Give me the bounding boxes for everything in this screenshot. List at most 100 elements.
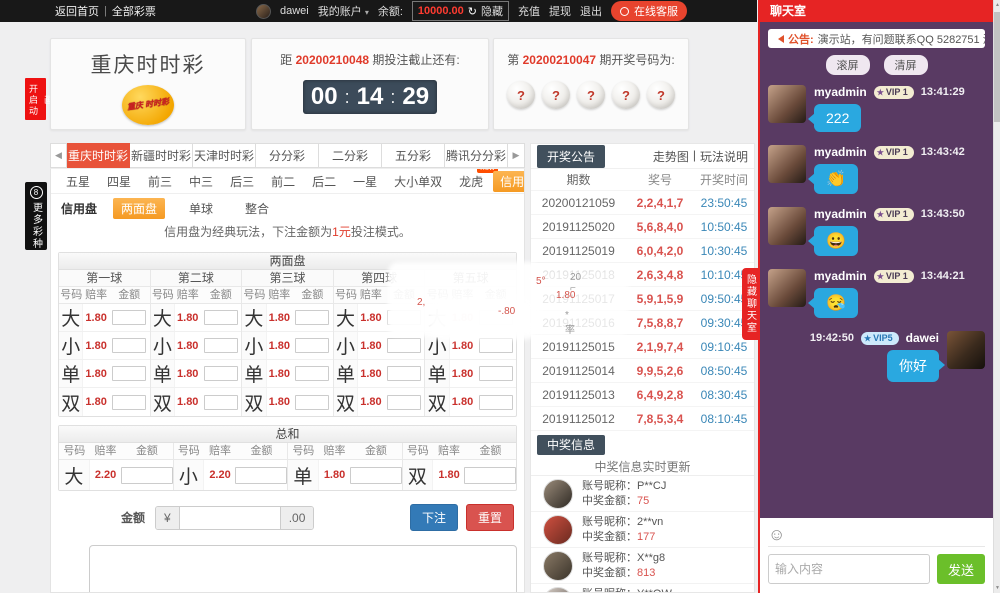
subtab-zhongsan[interactable]: 中三 [182,171,220,192]
result-label: 第 20200210047 期开奖号码为: [494,51,688,68]
draw-announcement-button[interactable]: 开奖公告 [537,145,605,168]
page-scrollbar: ▲ ▼ [993,0,1000,593]
recharge-link[interactable]: 充值 [518,3,540,19]
bet-amount-input[interactable] [479,338,513,353]
avatar [768,85,806,123]
result-row: 201911250182,6,3,4,810:10:45 [531,263,754,287]
more-lottery-button[interactable]: 8 更多彩种 [25,182,47,250]
result-row: 201911250149,9,5,2,608:50:45 [531,359,754,383]
tab-wufen[interactable]: 五分彩 [382,143,445,168]
bet-amount-input[interactable] [295,310,329,325]
bet-amount-input[interactable] [112,310,146,325]
bet-amount-input[interactable] [295,366,329,381]
emoji-picker-icon[interactable]: ☺ [768,526,785,544]
bet-amount-input[interactable] [479,395,513,410]
scroll-up-icon[interactable]: ▲ [994,2,1000,8]
bet-amount-input[interactable] [387,366,421,381]
board-title: 两面盘 [59,253,516,270]
subtab-longhu[interactable]: 龙虎new [452,171,490,192]
odds: 1.80 [358,368,383,380]
subtab-qianer[interactable]: 前二 [264,171,302,192]
bet-amount-input[interactable] [464,467,516,484]
countdown-hours: 00 [311,83,338,111]
message-bubble: 😪 [814,288,858,318]
subtab-sixing[interactable]: 四星 [100,171,138,192]
tabs-next-arrow-icon[interactable]: ▶ [508,143,525,168]
account-menu[interactable]: 我的账户 ▾ [318,3,369,19]
subtab-yixing[interactable]: 一星 [346,171,384,192]
bet-row-odd: 单1.80 [242,360,333,388]
subtab-houer[interactable]: 后二 [305,171,343,192]
bet-amount-input[interactable] [350,467,402,484]
play-rules-link[interactable]: 玩法说明 [700,148,748,165]
tab-tianjin[interactable]: 天津时时彩 [193,143,256,168]
bet-amount-input[interactable] [387,395,421,410]
clear-screen-button[interactable]: 清屏 [884,55,928,75]
subtab-qiansan[interactable]: 前三 [141,171,179,192]
home-link[interactable]: 返回首页 [55,3,99,19]
bet-amount-input[interactable] [204,395,238,410]
ball-group-5: 第五球 号码赔率金额 大1.80 小1.80 单1.80 双1.80 [425,270,516,416]
logout-link[interactable]: 退出 [580,3,602,19]
subtab-xinyongpan[interactable]: 信用盘new [493,171,525,192]
odds: 1.80 [83,340,108,352]
send-button[interactable]: 发送 [937,554,985,584]
chat-input[interactable] [768,554,930,584]
subtab-wuxing[interactable]: 五星 [59,171,97,192]
tab-xinjiang[interactable]: 新疆时时彩 [130,143,193,168]
countdown-card: 距 20200210048 期投注截止还有: 00:14:29 [251,38,489,130]
trend-chart-link[interactable]: 走势图 [653,148,689,165]
tab-erfen[interactable]: 二分彩 [319,143,382,168]
tab-tencent[interactable]: 腾讯分分彩 [445,143,508,168]
bet-amount-input[interactable] [235,467,287,484]
sum-board: 总和 号码赔率金额 大2.20 号码赔率金额 小2.20 号码赔率金额 单1.8… [58,425,517,491]
balance-box: 10000.00 ↻ 隐藏 [412,1,509,21]
total-amount-input[interactable] [180,507,280,529]
bet-amount-input[interactable] [479,310,513,325]
submit-bet-button[interactable]: 下注 [410,504,458,531]
scroll-screen-button[interactable]: 滚屏 [826,55,870,75]
chat-message: myadmin★VIP 113:44:21 😪 [768,269,985,318]
bet-row-even: 双1.80 [151,388,242,416]
scrollbar-thumb[interactable] [994,12,1000,122]
bet-row-small: 小1.80 [425,332,516,360]
hide-balance-button[interactable]: 隐藏 [481,3,503,19]
subtab-housan[interactable]: 后三 [223,171,261,192]
vip-badge: ★VIP 1 [874,270,914,283]
bet-amount-input[interactable] [387,338,421,353]
countdown-seconds: 29 [402,83,429,111]
bet-amount-input[interactable] [295,395,329,410]
all-lottery-link[interactable]: 全部彩票 [112,3,156,19]
withdraw-link[interactable]: 提现 [549,3,571,19]
tabs-prev-arrow-icon[interactable]: ◀ [50,143,67,168]
bet-amount-input[interactable] [204,310,238,325]
odds: 1.80 [267,396,292,408]
mode-zhenghe[interactable]: 整合 [237,198,277,219]
winner-name: X**g8 [637,552,665,564]
subtab-daxiaodanshuang[interactable]: 大小单双 [387,171,449,192]
bet-amount-input[interactable] [112,366,146,381]
bet-amount-input[interactable] [295,338,329,353]
bet-amount-input[interactable] [204,366,238,381]
bet-amount-input[interactable] [112,338,146,353]
scroll-down-icon[interactable]: ▼ [994,585,1000,591]
refresh-icon[interactable]: ↻ [468,5,477,18]
tab-chongqing[interactable]: 重庆时时彩 [67,143,130,168]
amount-input-group: ¥ .00 [155,506,314,530]
online-service-button[interactable]: 在线客服 [611,1,687,21]
bet-amount-input[interactable] [121,467,173,484]
animation-toggle-button[interactable]: 开启动画 [25,78,46,120]
mode-danqiu[interactable]: 单球 [181,198,221,219]
winner-name: P**CJ [637,480,666,492]
topbar: 返回首页 | 全部彩票 dawei 我的账户 ▾ 余额: 10000.00 ↻ … [0,0,757,22]
tab-fenfen[interactable]: 分分彩 [256,143,319,168]
bet-amount-input[interactable] [112,395,146,410]
bet-amount-input[interactable] [479,366,513,381]
winners-info-button[interactable]: 中奖信息 [537,435,605,455]
chat-message: myadmin★VIP 113:43:50 😀 [768,207,985,256]
mode-liangmianpan[interactable]: 两面盘 [113,198,165,219]
bet-amount-input[interactable] [204,338,238,353]
bet-amount-input[interactable] [387,310,421,325]
reset-bet-button[interactable]: 重置 [466,504,514,531]
hide-chat-button[interactable]: 隐藏聊天室 [742,268,758,340]
